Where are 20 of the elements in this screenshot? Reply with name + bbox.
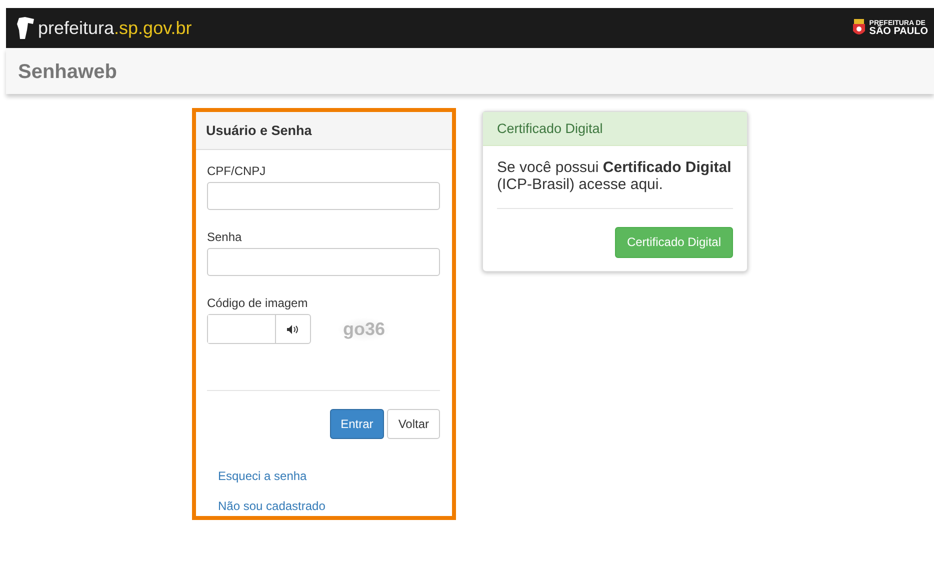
input-field[interactable] bbox=[207, 248, 440, 276]
back-button[interactable]: Voltar bbox=[387, 409, 440, 439]
map-logo-icon bbox=[16, 16, 36, 40]
certificate-button[interactable]: Certificado Digital bbox=[614, 226, 733, 258]
link[interactable]: Esqueci a senha bbox=[218, 469, 307, 483]
field-label: CPF/CNPJ bbox=[207, 164, 267, 178]
card-title: Usuário e Senha bbox=[196, 112, 452, 150]
input-field[interactable] bbox=[207, 182, 440, 210]
field-label: Código de imagem bbox=[207, 296, 309, 310]
brand-text: SÃO PAULO bbox=[869, 26, 928, 36]
login-button[interactable]: Entrar bbox=[330, 409, 384, 439]
card-title: Certificado Digital bbox=[483, 112, 747, 146]
site-name: prefeitura.sp.gov.br bbox=[38, 18, 192, 38]
field-label: Senha bbox=[207, 230, 243, 244]
speaker-icon[interactable] bbox=[287, 324, 299, 334]
link[interactable]: Não sou cadastrado bbox=[218, 499, 326, 513]
coat-of-arms-icon bbox=[852, 19, 866, 37]
captcha-field[interactable] bbox=[207, 314, 311, 344]
page-title: Senhaweb bbox=[17, 60, 118, 84]
card-text: Se você possui Certificado Digital (ICP-Brasil) acesse aqui. bbox=[497, 159, 732, 194]
